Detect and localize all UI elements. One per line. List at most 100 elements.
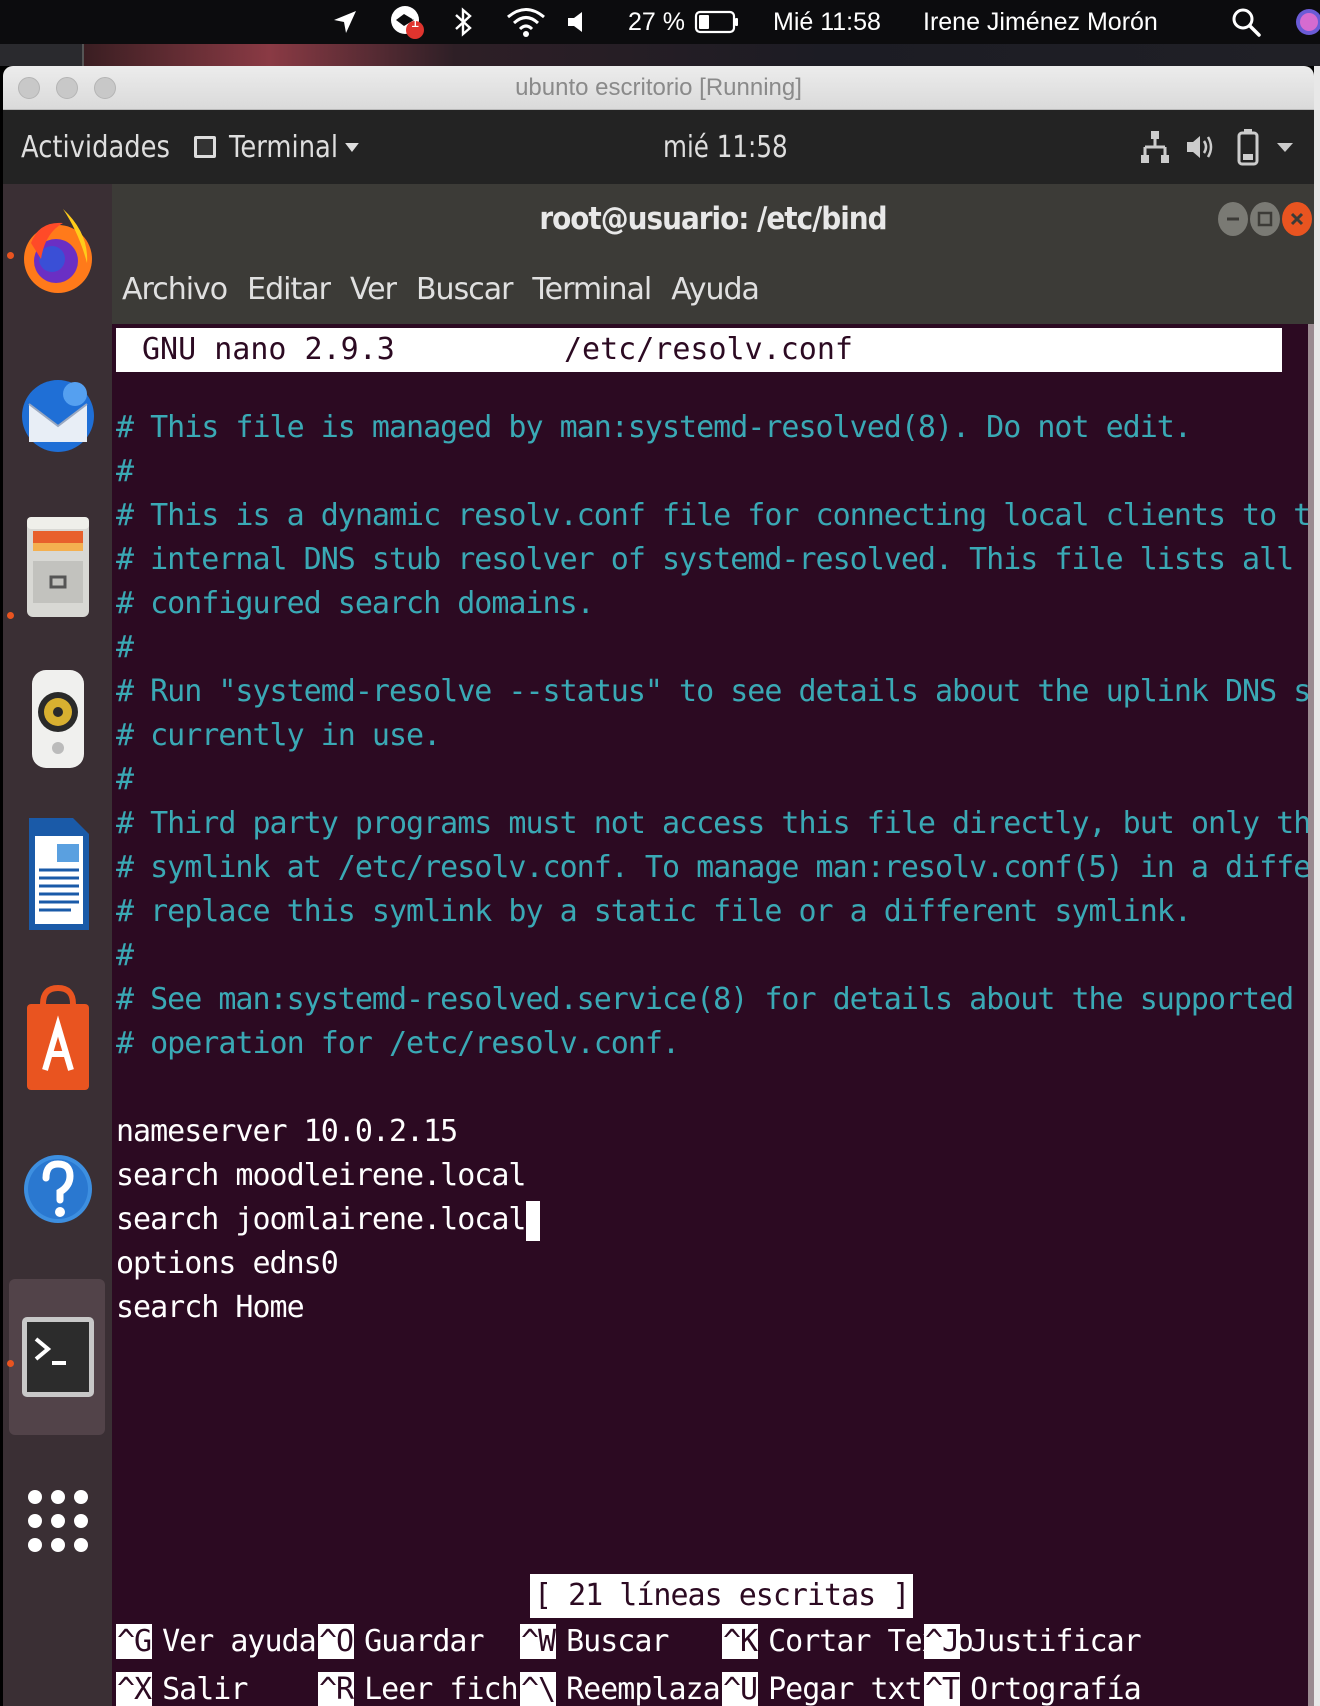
terminal-menubar: Archivo Editar Ver Buscar Terminal Ayuda xyxy=(112,254,769,324)
comment-line: # replace this symlink by a static file … xyxy=(116,894,1192,929)
terminal-app-icon xyxy=(193,110,217,184)
shortcut-justify[interactable]: ^J Justificar xyxy=(924,1620,1142,1664)
menu-archivo[interactable]: Archivo xyxy=(122,272,228,307)
comment-line: # configured search domains. xyxy=(116,586,595,621)
running-indicator xyxy=(7,1360,14,1367)
volume-icon[interactable] xyxy=(566,0,592,44)
menubar-clock[interactable]: Mié 11:58 xyxy=(773,0,881,44)
shortcut-key: ^K xyxy=(722,1624,758,1659)
shortcut-label: Buscar xyxy=(566,1624,669,1659)
wifi-icon[interactable] xyxy=(505,0,547,44)
shortcut-key: ^R xyxy=(318,1672,354,1706)
comment-line: # This file is managed by man:systemd-re… xyxy=(116,410,1192,445)
config-line-options: options edns0 xyxy=(116,1246,339,1281)
desktop-background xyxy=(0,44,84,66)
shortcut-exit[interactable]: ^X Salir xyxy=(116,1668,248,1706)
menu-terminal[interactable]: Terminal xyxy=(532,272,652,307)
shortcut-spell[interactable]: ^T Ortografía xyxy=(924,1668,1142,1706)
help-icon[interactable] xyxy=(19,1134,97,1244)
comment-line: # operation for /etc/resolv.conf. xyxy=(116,1026,680,1061)
notification-badge: 1 xyxy=(410,14,420,31)
terminal-title: root@usuario: /etc/bind xyxy=(539,201,887,237)
minimize-icon[interactable] xyxy=(1218,202,1248,236)
config-line-nameserver: nameserver 10.0.2.15 xyxy=(116,1114,458,1149)
desktop-window-edge xyxy=(1314,66,1320,1706)
software-center-icon[interactable] xyxy=(19,984,97,1094)
volume-icon[interactable] xyxy=(1185,110,1215,184)
comment-line: # xyxy=(116,630,134,665)
shortcut-read-file[interactable]: ^R Leer fich. xyxy=(318,1668,536,1706)
menu-ayuda[interactable]: Ayuda xyxy=(671,272,760,307)
comment-line: # currently in use. xyxy=(116,718,441,753)
comment-line: # internal DNS stub resolver of systemd-… xyxy=(116,542,1294,577)
shortcut-label: Ortografía xyxy=(970,1672,1142,1706)
close-icon[interactable] xyxy=(1282,202,1312,236)
app-menu-button[interactable]: Terminal xyxy=(229,110,359,184)
maximize-icon[interactable] xyxy=(1250,202,1280,236)
battery-percent: 27 % xyxy=(628,7,685,36)
virtualbox-titlebar: ubunto escritorio [Running] xyxy=(3,66,1314,110)
virtualbox-window: ubunto escritorio [Running] Actividades … xyxy=(3,66,1314,1706)
comment-line: # This is a dynamic resolv.conf file for… xyxy=(116,498,1314,533)
virtualbox-title: ubunto escritorio [Running] xyxy=(515,74,802,101)
terminal-header: root@usuario: /etc/bind Archivo Editar V… xyxy=(112,184,1314,324)
files-icon[interactable] xyxy=(19,509,97,619)
nano-version: GNU nano 2.9.3 xyxy=(142,332,395,367)
shortcut-key: ^U xyxy=(722,1672,758,1706)
shortcut-label: Pegar txt xyxy=(768,1672,923,1706)
shortcut-label: Reemplazar xyxy=(566,1672,738,1706)
text-cursor xyxy=(526,1200,541,1241)
rhythmbox-icon[interactable] xyxy=(19,664,97,774)
running-indicator xyxy=(7,612,14,619)
config-line-search: search moodleirene.local xyxy=(116,1158,526,1193)
battery-icon[interactable] xyxy=(694,0,740,44)
shortcut-label: Justificar xyxy=(970,1624,1142,1659)
app-menu-label: Terminal xyxy=(229,129,339,165)
comment-line: # symlink at /etc/resolv.conf. To manage… xyxy=(116,850,1314,885)
system-menu-chevron-icon[interactable] xyxy=(1277,110,1293,184)
shortcut-replace[interactable]: ^\ Reemplazar xyxy=(520,1668,738,1706)
network-wired-icon[interactable] xyxy=(1141,110,1169,184)
nano-header: GNU nano 2.9.3 /etc/resolv.conf xyxy=(116,328,1282,372)
menu-buscar[interactable]: Buscar xyxy=(416,272,513,307)
shortcut-search[interactable]: ^W Buscar xyxy=(520,1620,670,1664)
thunderbird-icon[interactable] xyxy=(19,359,97,469)
comment-line: # Run "systemd-resolve --status" to see … xyxy=(116,674,1314,709)
firefox-icon[interactable] xyxy=(19,198,97,308)
show-applications-icon[interactable] xyxy=(19,1466,97,1576)
shortcut-label: Leer fich. xyxy=(364,1672,536,1706)
siri-icon[interactable] xyxy=(1294,0,1320,44)
menu-ver[interactable]: Ver xyxy=(350,272,397,307)
battery-icon[interactable] xyxy=(1237,110,1259,184)
shortcut-key: ^\ xyxy=(520,1672,556,1706)
notification-app-icon[interactable]: 1 xyxy=(388,0,428,44)
terminal-icon[interactable] xyxy=(19,1302,97,1412)
shortcut-paste[interactable]: ^U Pegar txt xyxy=(722,1668,923,1706)
shortcut-key: ^J xyxy=(924,1624,960,1659)
shortcut-key: ^T xyxy=(924,1672,960,1706)
gnome-clock[interactable]: mié 11:58 xyxy=(663,110,788,184)
terminal-window: root@usuario: /etc/bind Archivo Editar V… xyxy=(112,184,1314,1706)
ubuntu-dock xyxy=(3,184,112,1706)
spotlight-search-icon[interactable] xyxy=(1230,0,1262,44)
libreoffice-writer-icon[interactable] xyxy=(19,818,97,930)
menubar-user[interactable]: Irene Jiménez Morón xyxy=(923,0,1158,44)
config-line-text: search joomlairene.local xyxy=(116,1202,526,1237)
menu-editar[interactable]: Editar xyxy=(247,272,331,307)
config-line-search: search Home xyxy=(116,1290,305,1325)
shortcut-key: ^G xyxy=(116,1624,152,1659)
bluetooth-icon[interactable] xyxy=(452,0,476,44)
nano-filename: /etc/resolv.conf xyxy=(564,332,853,367)
comment-line: # xyxy=(116,454,134,489)
comment-line: # See man:systemd-resolved.service(8) fo… xyxy=(116,982,1314,1017)
comment-line: # xyxy=(116,762,134,797)
terminal-scrollbar[interactable] xyxy=(1308,324,1314,1706)
comment-line: # Third party programs must not access t… xyxy=(116,806,1314,841)
shortcut-save[interactable]: ^O Guardar xyxy=(318,1620,485,1664)
app-menu-chevron-icon xyxy=(344,143,359,152)
activities-button[interactable]: Actividades xyxy=(21,110,170,184)
running-indicator xyxy=(7,252,14,259)
shortcut-help[interactable]: ^G Ver ayuda xyxy=(116,1620,317,1664)
shortcut-key: ^X xyxy=(116,1672,152,1706)
macos-menubar: 1 27 % Mié 11:58 Irene Jiménez Morón xyxy=(0,0,1320,44)
